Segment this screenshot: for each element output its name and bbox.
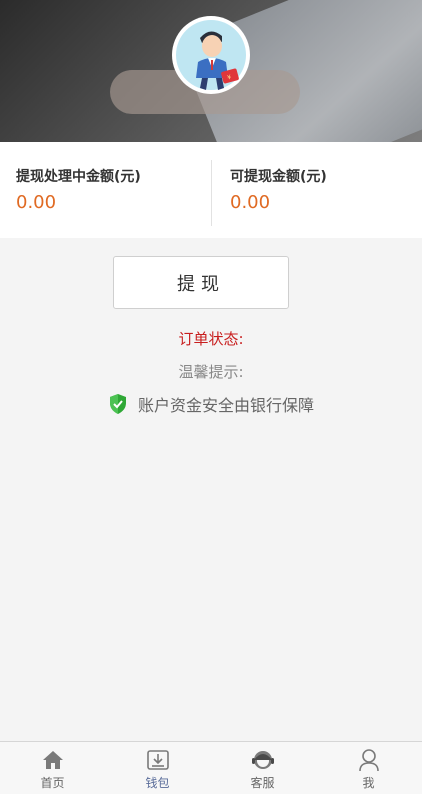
- home-icon: [42, 751, 63, 769]
- tab-wallet[interactable]: 钱包: [105, 742, 210, 794]
- shield-icon: [109, 394, 126, 414]
- tab-home-label: 首页: [40, 776, 65, 790]
- withdraw-button-label: 提现: [177, 273, 225, 295]
- tab-me-label: 我: [362, 776, 375, 790]
- security-notice: 账户资金安全由银行保障: [0, 392, 422, 416]
- tab-me[interactable]: 我: [315, 742, 422, 794]
- user-icon: [358, 749, 379, 772]
- tab-customer-service-label: 客服: [250, 776, 275, 790]
- security-text: 账户资金安全由银行保障: [137, 396, 314, 415]
- tab-customer-service[interactable]: 客服: [210, 742, 315, 794]
- processing-amount-value: 0.00: [16, 192, 57, 213]
- amount-panel: 提现处理中金额(元) 0.00 可提现金额(元) 0.00: [0, 142, 422, 238]
- user-avatar-icon: ¥: [196, 31, 239, 90]
- wallet-download-icon: [146, 750, 169, 770]
- tab-wallet-label: 钱包: [145, 776, 170, 790]
- withdraw-button[interactable]: 提现: [113, 256, 289, 309]
- processing-amount-label: 提现处理中金额(元): [16, 169, 141, 185]
- available-amount-label: 可提现金额(元): [230, 169, 327, 185]
- tab-home[interactable]: 首页: [0, 742, 105, 794]
- available-amount-block: 可提现金额(元) 0.00: [212, 142, 422, 238]
- tips-label: 温馨提示:: [178, 363, 244, 381]
- available-amount-value: 0.00: [230, 192, 271, 213]
- order-status-label: 订单状态:: [178, 330, 244, 348]
- customer-service-icon: [251, 751, 274, 769]
- processing-amount-block: 提现处理中金额(元) 0.00: [0, 142, 211, 238]
- avatar[interactable]: ¥: [172, 16, 250, 94]
- bottom-tab-bar: 首页 钱包 客服 我: [0, 741, 422, 794]
- header-banner: ¥: [0, 0, 422, 142]
